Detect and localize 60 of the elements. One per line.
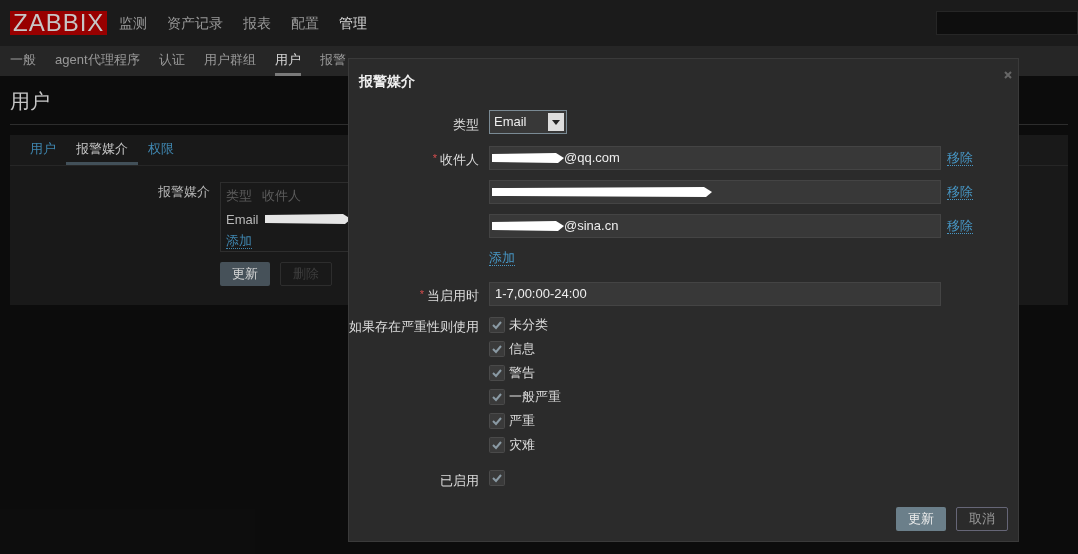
- zabbix-logo[interactable]: ZABBIX: [10, 11, 108, 35]
- table-cell-text: Email: [226, 210, 259, 229]
- checkbox-label: 信息: [509, 339, 535, 358]
- form-tab[interactable]: 用户: [20, 135, 66, 165]
- update-button[interactable]: 更新: [896, 507, 946, 531]
- checkbox-label: 严重: [509, 411, 535, 430]
- checkbox[interactable]: [489, 412, 505, 429]
- field-value: @qq.com: [564, 149, 620, 168]
- field-label: 类型: [453, 116, 479, 134]
- field-label: 如果存在严重性则使用: [349, 317, 479, 336]
- dialog-title: 报警媒介: [359, 72, 415, 91]
- input-field[interactable]: @qq.com: [489, 146, 941, 170]
- field-label: 收件人: [440, 151, 479, 169]
- required-mark: *: [432, 151, 437, 166]
- type-dropdown[interactable]: Email: [489, 110, 567, 134]
- update-button[interactable]: 更新: [220, 262, 270, 286]
- checkbox-label: 一般严重: [509, 387, 561, 406]
- field-value: 1-7,00:00-24:00: [495, 284, 587, 303]
- subnav-tab[interactable]: agent代理程序: [55, 46, 140, 76]
- remove-link[interactable]: 移除: [947, 218, 973, 234]
- field-value: @sina.cn: [564, 217, 619, 236]
- column-header: 收件人: [262, 187, 301, 205]
- column-header: 类型: [226, 187, 252, 205]
- checkbox[interactable]: [489, 388, 505, 405]
- required-mark: *: [419, 286, 424, 302]
- input-field[interactable]: [489, 180, 941, 204]
- cancel-button[interactable]: 取消: [956, 507, 1008, 531]
- checkbox[interactable]: [489, 469, 505, 486]
- dropdown-value: Email: [493, 113, 528, 132]
- checkbox[interactable]: [489, 340, 505, 357]
- remove-link[interactable]: 移除: [947, 150, 973, 166]
- menu-item[interactable]: 监测: [119, 12, 148, 34]
- field-label: 当启用时: [427, 286, 479, 305]
- menu-item[interactable]: 配置: [291, 12, 320, 34]
- subnav-tab[interactable]: 用户: [274, 46, 301, 76]
- field-label: 已启用: [440, 471, 479, 490]
- input-field[interactable]: 1-7,00:00-24:00: [489, 281, 941, 306]
- checkbox-label: 未分类: [509, 315, 548, 334]
- checkbox[interactable]: [489, 316, 505, 333]
- checkbox[interactable]: [489, 364, 505, 381]
- checkbox[interactable]: [489, 436, 505, 453]
- search-field[interactable]: [936, 11, 1078, 35]
- form-tab[interactable]: 报警媒介: [66, 135, 138, 165]
- remove-link[interactable]: 移除: [947, 184, 973, 200]
- form-tab[interactable]: 权限: [138, 135, 184, 165]
- checkbox-label: 警告: [509, 363, 535, 382]
- menu-item[interactable]: 管理: [339, 12, 368, 34]
- add-link[interactable]: 添加: [226, 233, 252, 249]
- subnav-tab[interactable]: 用户群组: [203, 46, 256, 76]
- field-label: 报警媒介: [157, 183, 211, 201]
- subnav-tab[interactable]: 认证: [158, 46, 185, 76]
- checkbox-label: 灾难: [509, 435, 535, 454]
- add-link[interactable]: 添加: [489, 250, 515, 266]
- subnav-tab[interactable]: 一般: [10, 46, 36, 76]
- subnav-tab[interactable]: 报警: [319, 46, 346, 76]
- close-icon[interactable]: [1004, 70, 1012, 79]
- input-field[interactable]: @sina.cn: [489, 214, 941, 238]
- page-title: 用户: [10, 90, 50, 112]
- menu-item[interactable]: 报表: [243, 12, 272, 34]
- menu-item[interactable]: 资产记录: [167, 12, 224, 34]
